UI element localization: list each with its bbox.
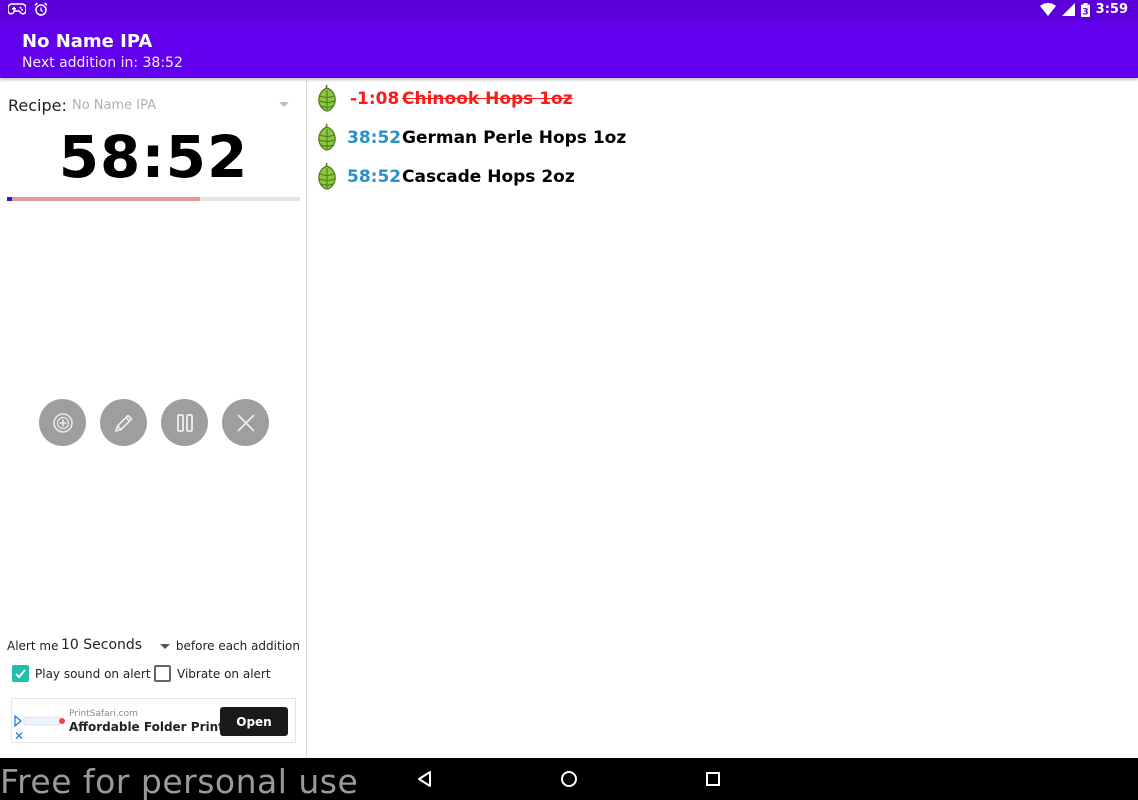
- addition-time: 58:52: [347, 167, 402, 187]
- play-sound-label[interactable]: Play sound on alert: [35, 667, 151, 681]
- hop-icon: [318, 123, 336, 151]
- hop-icon: [318, 162, 336, 190]
- pause-icon: [176, 413, 193, 432]
- play-sound-checkbox[interactable]: Play sound on alert: [12, 665, 151, 682]
- game-controller-icon: [8, 3, 26, 15]
- ad-open-button[interactable]: Open: [220, 707, 288, 736]
- home-button[interactable]: [557, 767, 581, 791]
- alarm-icon: [34, 2, 48, 16]
- addition-time: -1:08: [350, 89, 400, 109]
- timer-controls: [39, 399, 269, 446]
- battery-level: 3: [1082, 7, 1088, 17]
- status-right: 3 3:59: [1039, 2, 1128, 17]
- play-sound-check-icon[interactable]: [12, 665, 29, 682]
- alert-options-row: Play sound on alert Vibrate on alert: [12, 665, 302, 685]
- watermark-text: Free for personal use: [0, 762, 359, 800]
- next-addition-subtitle: Next addition in: 38:52: [22, 55, 183, 71]
- battery-icon: 3: [1080, 2, 1090, 17]
- addition-row[interactable]: 38:52 German Perle Hops 1oz: [316, 123, 1116, 162]
- alert-interval-dropdown[interactable]: 10 Seconds: [61, 637, 142, 653]
- ad-close-icon[interactable]: ✕: [14, 729, 24, 743]
- recipe-label: Recipe:: [8, 96, 67, 115]
- hop-icon: [318, 84, 336, 112]
- progress-fill: [7, 197, 201, 201]
- boil-timer: 58:52: [58, 123, 249, 191]
- stop-button[interactable]: [222, 399, 269, 446]
- navigation-bar: Free for personal use: [0, 758, 1138, 800]
- alert-interval-caret-icon[interactable]: [160, 644, 170, 649]
- recipe-row: Recipe: No Name IPA: [8, 96, 293, 118]
- recents-icon: [706, 772, 720, 786]
- addition-row[interactable]: -1:08 Chinook Hops 1oz: [316, 84, 1116, 123]
- boil-progress-bar: [7, 197, 300, 201]
- alert-label: Alert me: [7, 639, 59, 653]
- recipe-dropdown[interactable]: No Name IPA: [72, 98, 156, 113]
- ad-banner[interactable]: PrintSafari.com Affordable Folder Printi…: [11, 698, 296, 743]
- alert-interval-row: Alert me 10 Seconds before each addition: [7, 637, 303, 657]
- status-left-icons: [8, 2, 48, 16]
- home-icon: [561, 771, 577, 787]
- addition-name: Cascade Hops 2oz: [402, 167, 575, 187]
- signal-icon: [1061, 3, 1075, 16]
- wifi-icon: [1039, 3, 1056, 16]
- back-button[interactable]: [413, 767, 437, 791]
- addition-row[interactable]: 58:52 Cascade Hops 2oz: [316, 162, 1116, 201]
- pause-button[interactable]: [161, 399, 208, 446]
- progress-head: [7, 197, 12, 201]
- recents-button[interactable]: [701, 767, 725, 791]
- alert-suffix: before each addition: [175, 639, 300, 653]
- vibrate-label[interactable]: Vibrate on alert: [177, 667, 271, 681]
- status-bar: 3 3:59: [0, 0, 1138, 21]
- app-bar: No Name IPA Next addition in: 38:52: [0, 21, 1138, 78]
- close-icon: [236, 413, 255, 432]
- ad-logo-icon: [14, 715, 65, 727]
- recipe-dropdown-caret-icon[interactable]: [279, 102, 289, 107]
- addition-name: German Perle Hops 1oz: [402, 128, 627, 148]
- edit-pencil-icon: [114, 414, 132, 432]
- vibrate-box-icon[interactable]: [154, 665, 171, 682]
- ad-headline[interactable]: Affordable Folder Printing: [69, 720, 245, 734]
- add-addition-button[interactable]: [39, 399, 86, 446]
- status-clock: 3:59: [1095, 2, 1128, 17]
- addition-name: Chinook Hops 1oz: [402, 89, 573, 109]
- edit-recipe-button[interactable]: [100, 399, 147, 446]
- timer-panel: Recipe: No Name IPA 58:52 Alert me 10 Se…: [0, 78, 307, 758]
- ad-domain: PrintSafari.com: [69, 709, 138, 719]
- additions-list: -1:08 Chinook Hops 1oz 38:52 German Perl…: [316, 84, 1116, 201]
- addition-time: 38:52: [347, 128, 402, 148]
- back-icon: [418, 771, 431, 787]
- app-title: No Name IPA: [22, 31, 153, 52]
- add-icon: [52, 412, 73, 433]
- vibrate-checkbox[interactable]: Vibrate on alert: [154, 665, 271, 682]
